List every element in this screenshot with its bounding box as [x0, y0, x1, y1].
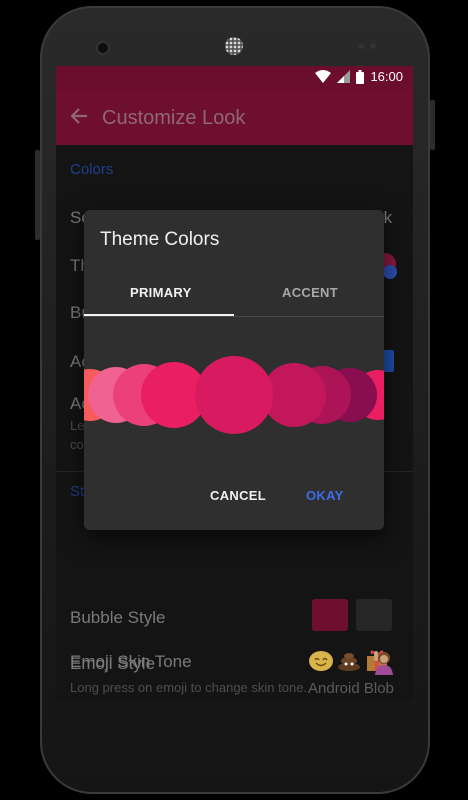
tab-primary[interactable]: PRIMARY — [130, 285, 192, 300]
color-swatch-row — [84, 350, 384, 440]
battery-icon — [356, 69, 365, 84]
pile-of-poo-icon — [338, 653, 360, 671]
emoji-skin-tone-label[interactable]: Emoji Skin Tone — [70, 652, 192, 672]
status-bar: 16:00 — [56, 66, 413, 90]
bubble-style-option[interactable] — [356, 599, 392, 631]
signal-icon — [337, 70, 351, 83]
arrow-left-icon[interactable] — [69, 106, 89, 126]
color-swatch-selected[interactable] — [195, 356, 273, 434]
status-time: 16:00 — [370, 69, 403, 84]
style-section-header: St — [70, 483, 85, 500]
theme-colors-dialog: Theme Colors PRIMARY ACCENT CANCEL OKAY — [84, 210, 384, 530]
smiling-face-icon — [309, 651, 333, 671]
app-toolbar: Customize Look — [56, 90, 413, 145]
emoji-skin-tone-description: Long press on emoji to change skin tone. — [70, 680, 308, 695]
volume-button — [35, 150, 40, 240]
wifi-icon — [315, 70, 332, 83]
dialog-title: Theme Colors — [100, 229, 220, 250]
front-camera — [98, 43, 108, 53]
person-raising-hand-icon — [374, 651, 393, 675]
tab-accent[interactable]: ACCENT — [282, 285, 338, 300]
accent-color-preview — [383, 265, 397, 279]
emoji-style-value: Android Blob — [308, 680, 394, 697]
power-button — [430, 100, 435, 150]
okay-button[interactable]: OKAY — [306, 488, 344, 503]
proximity-sensor — [358, 43, 364, 49]
bubble-style-label[interactable]: Bubble Style — [70, 608, 165, 628]
colors-section-header: Colors — [70, 161, 114, 178]
tab-divider — [84, 316, 384, 317]
setting-desc-fragment: co — [70, 437, 84, 452]
cancel-button[interactable]: CANCEL — [210, 488, 266, 503]
setting-desc-fragment: Le — [70, 418, 85, 433]
bubble-style-option-selected[interactable] — [312, 599, 348, 631]
light-sensor — [370, 43, 376, 49]
page-title: Customize Look — [102, 107, 246, 129]
earpiece-speaker — [225, 37, 243, 55]
